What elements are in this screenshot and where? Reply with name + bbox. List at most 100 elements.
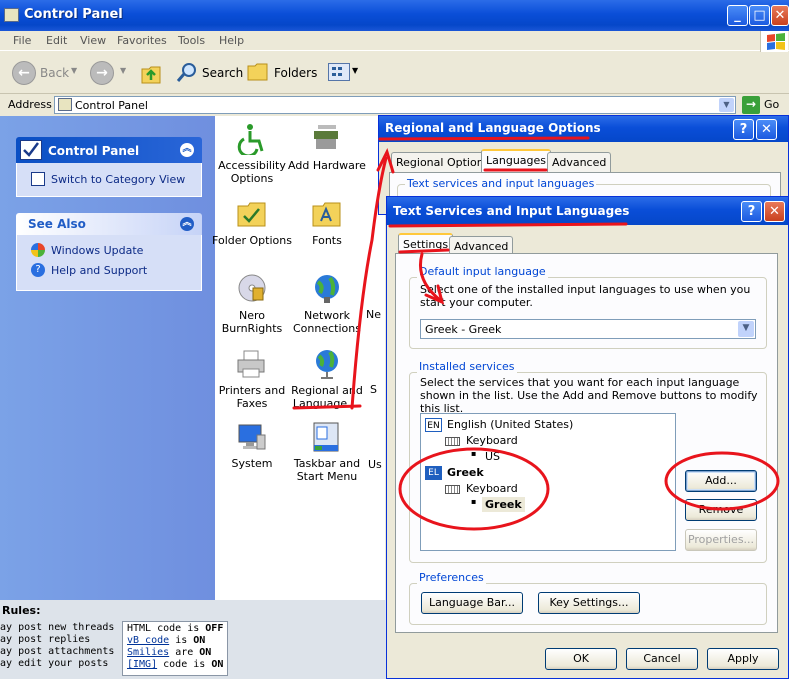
language-bar-button[interactable]: Language Bar... [421, 592, 523, 614]
folder-options-item[interactable]: Folder Options [212, 198, 292, 247]
forward-dropdown-icon[interactable]: ▼ [120, 66, 126, 75]
add-hardware-item[interactable]: Add Hardware [287, 123, 367, 172]
tree-keyboard-label[interactable]: Keyboard [466, 482, 518, 495]
apply-button[interactable]: Apply [707, 648, 779, 670]
go-button-label[interactable]: Go [764, 98, 779, 111]
services-tree[interactable]: EN English (United States) Keyboard ▪ US… [420, 413, 676, 551]
default-language-select[interactable]: Greek - Greek ▼ [420, 319, 756, 339]
collapse-chevron-icon[interactable]: ︽ [180, 143, 194, 157]
vb-code-rule: vB code is ON [127, 635, 205, 646]
key-settings-button[interactable]: Key Settings... [538, 592, 640, 614]
tab-advanced[interactable]: Advanced [547, 152, 612, 172]
search-icon[interactable] [176, 61, 198, 83]
system-icon [235, 421, 269, 453]
network-connections-icon [310, 273, 344, 305]
remove-button[interactable]: Remove [685, 499, 757, 521]
smilies-link[interactable]: Smilies [127, 647, 169, 658]
tree-language-english[interactable]: English (United States) [447, 418, 573, 431]
close-button[interactable]: ✕ [764, 201, 785, 222]
control-panel-header-label: Control Panel [48, 144, 140, 158]
accessibility-options-item[interactable]: Accessibility Options [212, 123, 292, 185]
help-icon: ? [31, 263, 45, 277]
menu-view[interactable]: View [80, 34, 106, 47]
tree-layout-greek[interactable]: Greek [482, 497, 525, 512]
smilies-text: are [175, 647, 194, 658]
control-panel-header[interactable]: Control Panel ︽ [16, 137, 202, 163]
help-support-link[interactable]: ? Help and Support [31, 263, 193, 277]
tab-languages[interactable]: Languages [481, 149, 552, 173]
control-panel-task-body: Switch to Category View [16, 163, 202, 197]
help-support-label: Help and Support [51, 263, 148, 277]
control-panel-task-box: Control Panel ︽ Switch to Category View [16, 137, 202, 197]
maximize-button[interactable]: □ [749, 5, 770, 26]
ok-button[interactable]: OK [545, 648, 617, 670]
close-button[interactable]: ✕ [771, 5, 789, 26]
tab-regional-options[interactable]: Regional Options [391, 152, 495, 172]
tree-language-greek[interactable]: Greek [447, 466, 484, 479]
close-button[interactable]: ✕ [756, 119, 777, 140]
see-also-header[interactable]: See Also ︽ [16, 213, 202, 235]
folders-icon[interactable] [247, 62, 271, 82]
dialog-title-bar[interactable]: Text Services and Input Languages ? ✕ [387, 197, 788, 225]
folders-button-label[interactable]: Folders [274, 66, 317, 80]
address-field[interactable]: Control Panel ▼ [54, 96, 736, 114]
img-code-link[interactable]: [IMG] [127, 659, 157, 670]
back-button-label[interactable]: Back [40, 66, 69, 80]
properties-button[interactable]: Properties... [685, 529, 757, 551]
chevron-down-icon[interactable]: ▼ [738, 321, 754, 337]
html-code-text: HTML code is [127, 623, 200, 634]
default-language-group-label: Default input language [417, 265, 548, 278]
cancel-button[interactable]: Cancel [626, 648, 698, 670]
add-hardware-label: Add Hardware [288, 159, 366, 172]
address-label: Address [8, 98, 52, 111]
default-language-value: Greek - Greek [425, 323, 502, 336]
minimize-button[interactable]: _ [727, 5, 748, 26]
add-button[interactable]: Add... [685, 470, 757, 492]
up-folder-icon[interactable] [140, 61, 162, 85]
smilies-rule: Smilies are ON [127, 647, 211, 658]
title-bar[interactable]: Control Panel _ □ ✕ [0, 0, 789, 31]
help-button[interactable]: ? [741, 201, 762, 222]
windows-update-label: Windows Update [51, 243, 144, 257]
windows-update-link[interactable]: Windows Update [31, 243, 193, 257]
windows-update-icon [31, 243, 45, 257]
nero-burnrights-label: Nero BurnRights [221, 309, 283, 335]
switch-category-view-link[interactable]: Switch to Category View [31, 172, 193, 186]
menu-tools[interactable]: Tools [178, 34, 205, 47]
default-language-description: Select one of the installed input langua… [420, 283, 751, 309]
back-arrow-icon[interactable]: ← [12, 61, 36, 85]
tree-layout-us[interactable]: US [485, 450, 500, 463]
network-connections-item[interactable]: Network Connections [287, 273, 367, 335]
dialog-title-bar[interactable]: Regional and Language Options ? ✕ [379, 116, 788, 142]
forward-arrow-icon[interactable]: → [90, 61, 114, 85]
system-label: System [231, 457, 273, 470]
vb-code-link[interactable]: vB code [127, 635, 169, 646]
accessibility-icon [235, 123, 269, 158]
control-panel-badge-icon [20, 140, 42, 160]
search-button-label[interactable]: Search [202, 66, 243, 80]
fonts-item[interactable]: Fonts [287, 198, 367, 247]
printers-faxes-item[interactable]: Printers and Faxes [212, 348, 292, 410]
code-rules-box: HTML code is OFF vB code is ON Smilies a… [122, 621, 228, 676]
help-button[interactable]: ? [733, 119, 754, 140]
installed-services-description: Select the services that you want for ea… [420, 376, 758, 415]
menu-favorites[interactable]: Favorites [117, 34, 167, 47]
back-dropdown-icon[interactable]: ▼ [71, 66, 77, 75]
menu-file[interactable]: File [13, 34, 31, 47]
views-icon[interactable] [328, 63, 350, 81]
menu-help[interactable]: Help [219, 34, 244, 47]
printers-icon [235, 348, 269, 380]
taskbar-start-menu-item[interactable]: Taskbar and Start Menu [287, 421, 367, 483]
views-dropdown-icon[interactable]: ▼ [352, 66, 358, 75]
category-view-icon [31, 172, 45, 186]
tree-keyboard-label[interactable]: Keyboard [466, 434, 518, 447]
regional-language-item[interactable]: Regional and Language ... [287, 348, 367, 410]
go-arrow-icon[interactable]: → [742, 96, 760, 114]
fonts-icon [310, 198, 344, 230]
collapse-chevron-icon[interactable]: ︽ [180, 217, 194, 231]
img-code-text: code is [163, 659, 206, 670]
address-dropdown-icon[interactable]: ▼ [719, 98, 734, 112]
menu-edit[interactable]: Edit [46, 34, 67, 47]
system-item[interactable]: System [212, 421, 292, 470]
nero-burnrights-item[interactable]: Nero BurnRights [212, 273, 292, 335]
